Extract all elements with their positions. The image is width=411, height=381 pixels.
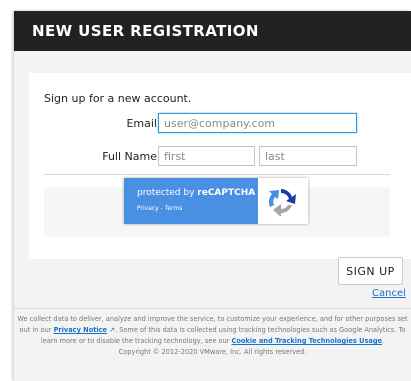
recaptcha-badge-panel: protected by reCAPTCHA Privacy - Terms xyxy=(124,178,258,224)
form-intro: Sign up for a new account. xyxy=(44,92,192,105)
dialog-header: NEW USER REGISTRATION xyxy=(14,11,411,51)
full-name-label: Full Name xyxy=(102,150,157,163)
recaptcha-logo-icon xyxy=(268,189,296,216)
copyright-text: Copyright © 2012-2020 VMware, Inc. All r… xyxy=(118,348,307,356)
recaptcha-privacy-link[interactable]: Privacy xyxy=(137,205,159,212)
form-divider xyxy=(44,174,390,175)
recaptcha-terms-link[interactable]: Terms xyxy=(165,205,183,212)
registration-dialog: NEW USER REGISTRATION Sign up for a new … xyxy=(14,11,411,381)
privacy-notice-link[interactable]: Privacy Notice xyxy=(54,326,107,334)
email-label: Email xyxy=(126,117,157,130)
footer-divider xyxy=(14,308,411,309)
recaptcha-protected-text: protected by reCAPTCHA xyxy=(137,188,256,198)
first-name-field[interactable]: first xyxy=(158,146,255,166)
cookie-usage-link[interactable]: Cookie and Tracking Technologies Usage xyxy=(232,337,383,345)
recaptcha-badge[interactable]: protected by reCAPTCHA Privacy - Terms xyxy=(124,178,308,224)
privacy-footer: We collect data to deliver, analyze and … xyxy=(14,314,411,374)
cancel-link[interactable]: Cancel xyxy=(372,288,406,299)
recaptcha-links: Privacy - Terms xyxy=(137,205,182,212)
dialog-title: NEW USER REGISTRATION xyxy=(32,22,259,40)
last-name-field[interactable]: last xyxy=(259,146,357,166)
footer-text-3: . xyxy=(382,337,385,345)
sign-up-button[interactable]: SIGN UP xyxy=(338,257,403,285)
email-field[interactable]: user@company.com xyxy=(158,113,357,133)
